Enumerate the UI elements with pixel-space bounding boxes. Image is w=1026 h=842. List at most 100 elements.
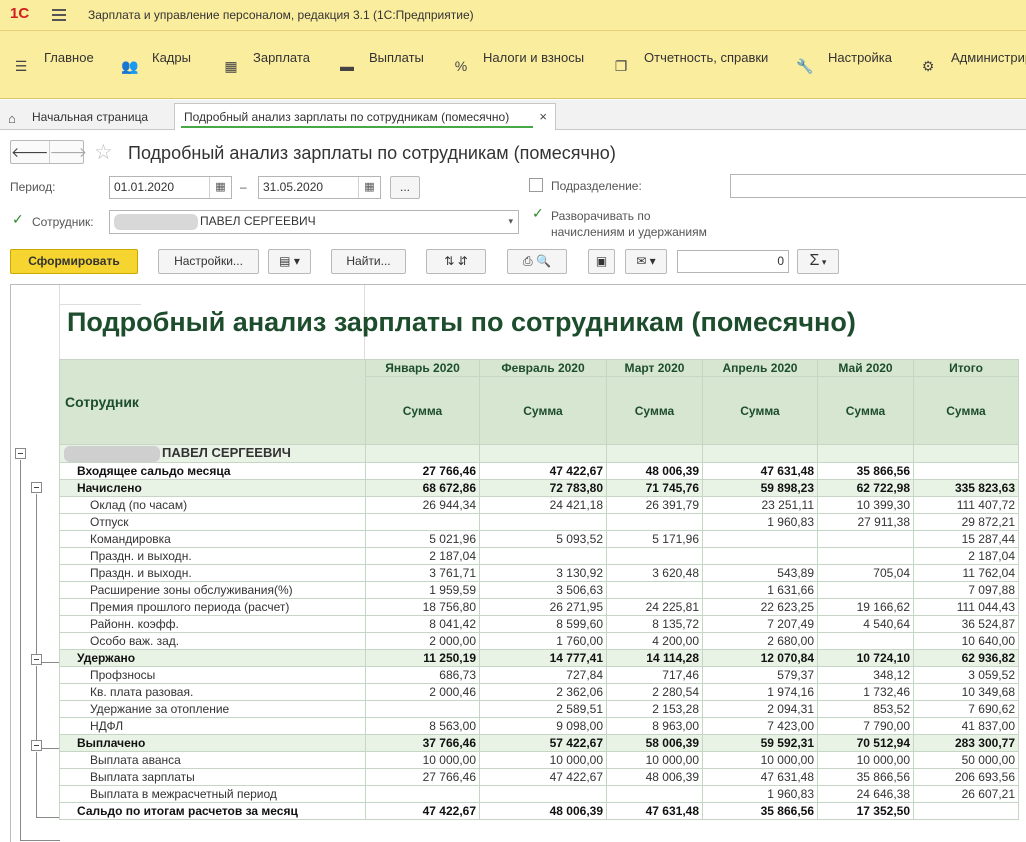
find-button[interactable]: Найти...	[331, 249, 406, 274]
calculator-icon: ▦	[224, 58, 238, 74]
detail-row[interactable]: Отпуск 1 960,83 27 911,38 29 872,21	[59, 512, 1019, 531]
employee-label: Сотрудник:	[32, 215, 94, 229]
collapse-paid-icon[interactable]	[31, 740, 42, 752]
section-label: Выплаты	[369, 50, 424, 65]
detail-row[interactable]: Выплата в межрасчетный период 1 960,83 24 …	[59, 784, 1019, 803]
detail-row[interactable]: Праздн. и выходн. 3 761,71 3 130,92 3 620,4…	[59, 563, 1019, 582]
total-row[interactable]: Сальдо по итогам расчетов за месяц 47 422…	[59, 801, 1019, 820]
value-cell: 57 422,67	[479, 733, 607, 752]
sum-button[interactable]: Σ ▾	[797, 249, 839, 274]
group-row[interactable]: Начислено 68 672,86 72 783,80 71 745,76 59 8…	[59, 478, 1019, 497]
period-label: Период:	[10, 180, 56, 194]
tab-report[interactable]: Подробный анализ зарплаты по сотрудникам…	[174, 103, 556, 130]
row-label: Особо важ. зад.	[59, 631, 366, 650]
group-row[interactable]: Выплачено 37 766,46 57 422,67 58 006,39 59 5…	[59, 733, 1019, 752]
tab-home[interactable]: ⌂ Начальная страница	[8, 103, 148, 130]
total-row[interactable]: Входящее сальдо месяца 27 766,46 47 422,67…	[59, 461, 1019, 480]
calendar-icon[interactable]: ▦	[209, 177, 231, 198]
value-cell	[817, 546, 914, 565]
value-cell: 59 592,31	[702, 733, 818, 752]
favorite-star-icon[interactable]: ☆	[94, 140, 113, 165]
sum-header: Сумма	[702, 376, 818, 445]
sum-field[interactable]: 0	[677, 250, 789, 273]
sum-header: Сумма	[365, 376, 480, 445]
tree-line	[20, 840, 60, 841]
row-label: Оклад (по часам)	[59, 495, 366, 514]
period-dash: –	[240, 180, 247, 194]
detail-row[interactable]: Профзносы 686,73 727,84 717,46 579,37 348,12 3…	[59, 665, 1019, 684]
value-cell: 111 407,72	[913, 495, 1019, 514]
print-buttons[interactable]: ⎙ 🔍	[507, 249, 567, 274]
back-arrow-icon[interactable]: 🡐	[11, 141, 49, 163]
expand-checkbox[interactable]	[531, 205, 545, 222]
value-cell: 48 006,39	[606, 767, 703, 786]
collapse-withheld-icon[interactable]	[31, 654, 42, 666]
detail-row[interactable]: Праздн. и выходн. 2 187,04 2 187,04	[59, 546, 1019, 565]
value-cell: 12 070,84	[702, 648, 818, 667]
value-cell: 15 287,44	[913, 529, 1019, 548]
save-button[interactable]: ▣	[588, 249, 615, 274]
employee-field[interactable]: ПАВЕЛ СЕРГЕЕВИЧ ▾	[109, 210, 519, 234]
section-label: Главное	[44, 50, 94, 65]
value-cell: 62 936,82	[913, 648, 1019, 667]
value-cell: 2 280,54	[606, 682, 703, 701]
value-cell: 2 153,28	[606, 699, 703, 718]
detail-row[interactable]: Выплата аванса 10 000,00 10 000,00 10 000,0…	[59, 750, 1019, 769]
value-cell: 111 044,43	[913, 597, 1019, 616]
value-cell: 8 041,42	[365, 614, 480, 633]
value-cell: 14 114,28	[606, 648, 703, 667]
value-cell	[479, 784, 607, 803]
value-cell: 705,04	[817, 563, 914, 582]
forward-arrow-icon[interactable]: 🡒	[48, 141, 87, 163]
main-menu-icon[interactable]	[52, 9, 66, 21]
period-select-button[interactable]: ...	[390, 176, 420, 199]
value-cell: 7 423,00	[702, 716, 818, 735]
employee-row[interactable]: ПАВЕЛ СЕРГЕЕВИЧ	[59, 444, 1019, 463]
group-row[interactable]: Удержано 11 250,19 14 777,41 14 114,28 12 07…	[59, 648, 1019, 667]
detail-row[interactable]: Оклад (по часам) 26 944,34 24 421,18 26 391…	[59, 495, 1019, 514]
gear-icon: ⚙	[921, 58, 935, 74]
employee-value: ПАВЕЛ СЕРГЕЕВИЧ	[200, 214, 316, 228]
report-table: Сотрудник Январь 2020 Февраль 2020 Март …	[59, 359, 1019, 820]
settings-button[interactable]: Настройки...	[158, 249, 259, 274]
detail-row[interactable]: Удержание за отопление 2 589,51 2 153,28 2 …	[59, 699, 1019, 718]
value-cell: 19 166,62	[817, 597, 914, 616]
value-cell: 335 823,63	[913, 478, 1019, 497]
calendar-icon[interactable]: ▦	[358, 177, 380, 198]
value-cell: 2 187,04	[365, 546, 480, 565]
dropdown-icon[interactable]: ▾	[508, 211, 513, 232]
value-cell: 348,12	[817, 665, 914, 684]
detail-row[interactable]: Выплата зарплаты 27 766,46 47 422,67 48 006…	[59, 767, 1019, 786]
collapse-accrued-icon[interactable]	[31, 482, 42, 494]
close-icon[interactable]: ×	[539, 109, 547, 124]
value-cell: 1 974,16	[702, 682, 818, 701]
wrench-icon: 🔧	[796, 58, 814, 74]
value-cell: 2 589,51	[479, 699, 607, 718]
detail-row[interactable]: НДФЛ 8 563,00 9 098,00 8 963,00 7 423,00 7 79…	[59, 716, 1019, 735]
employee-checkbox[interactable]	[11, 211, 25, 228]
detail-row[interactable]: Районн. коэфф. 8 041,42 8 599,60 8 135,72 7 …	[59, 614, 1019, 633]
detail-row[interactable]: Кв. плата разовая. 2 000,46 2 362,06 2 280,…	[59, 682, 1019, 701]
detail-row[interactable]: Особо важ. зад. 2 000,00 1 760,00 4 200,00 2…	[59, 631, 1019, 650]
detail-row[interactable]: Расширение зоны обслуживания(%) 1 959,59 3…	[59, 580, 1019, 599]
value-cell	[479, 512, 607, 531]
documents-icon: ❐	[614, 58, 628, 74]
collapse-employee-icon[interactable]	[15, 448, 26, 459]
subdivision-field[interactable]	[730, 174, 1026, 198]
value-cell	[606, 580, 703, 599]
row-label: НДФЛ	[59, 716, 366, 735]
value-cell: 8 563,00	[365, 716, 480, 735]
email-button[interactable]: ✉ ▾	[625, 249, 667, 274]
variant-button[interactable]: ▤ ▾	[268, 249, 311, 274]
period-to-field[interactable]: 31.05.2020 ▦	[258, 176, 381, 199]
period-from-field[interactable]: 01.01.2020 ▦	[109, 176, 232, 199]
value-cell	[365, 699, 480, 718]
report-area[interactable]: Подробный анализ зарплаты по сотрудникам…	[10, 284, 1026, 842]
value-cell	[817, 529, 914, 548]
detail-row[interactable]: Командировка 5 021,96 5 093,52 5 171,96 15 2…	[59, 529, 1019, 548]
month-header: Март 2020	[606, 359, 703, 377]
subdivision-checkbox[interactable]	[529, 178, 543, 192]
generate-button[interactable]: Сформировать	[10, 249, 138, 274]
detail-row[interactable]: Премия прошлого периода (расчет) 18 756,8…	[59, 597, 1019, 616]
sort-buttons[interactable]: ⇅ ⇵	[426, 249, 486, 274]
